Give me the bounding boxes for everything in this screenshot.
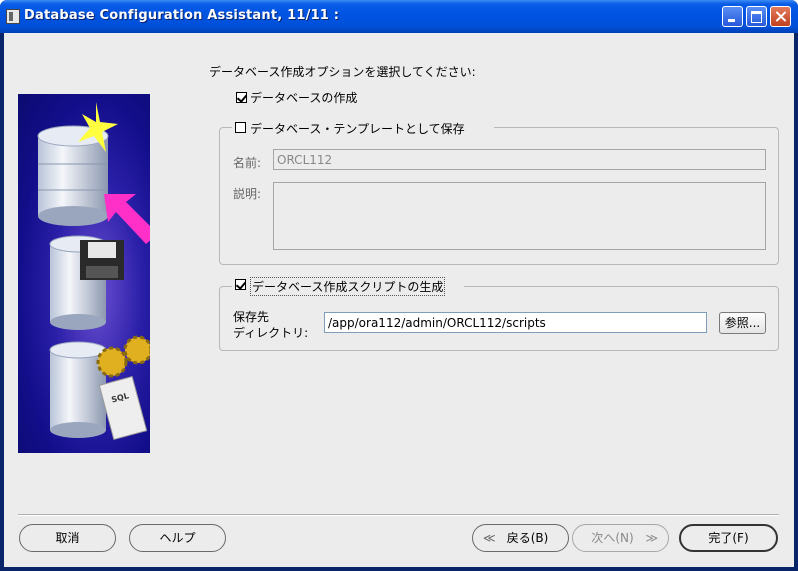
destination-directory-field[interactable] — [324, 312, 707, 333]
template-name-label: 名前: — [233, 156, 262, 170]
next-button-label: 次へ(N) — [591, 531, 634, 545]
template-description-label: 説明: — [233, 187, 262, 201]
create-database-label[interactable]: データベースの作成 — [250, 89, 357, 106]
back-arrow-icon: ≪ — [483, 531, 496, 545]
finish-button[interactable]: 完了(F) — [679, 524, 778, 552]
database-illustration-icon: SQL — [37, 102, 150, 441]
generate-scripts-legend: データベース作成スクリプトの生成 — [232, 277, 464, 296]
generate-scripts-label[interactable]: データベース作成スクリプトの生成 — [250, 277, 446, 296]
options-heading: データベース作成オプションを選択してください: — [209, 65, 476, 79]
next-arrow-icon: ≫ — [645, 531, 658, 545]
destination-label-line1: 保存先 — [233, 310, 270, 324]
generate-scripts-checkbox[interactable] — [235, 279, 246, 290]
browse-button[interactable]: 参照... — [719, 312, 766, 334]
save-template-checkbox[interactable] — [235, 122, 246, 133]
dialog-content: SQL データベース作成オプションを選択してください: データベースの作成 デー… — [4, 33, 794, 567]
next-button[interactable]: 次へ(N) ≫ — [572, 524, 669, 552]
close-button[interactable] — [770, 6, 791, 27]
back-button[interactable]: ≪ 戻る(B) — [472, 524, 569, 552]
back-button-label: 戻る(B) — [506, 531, 549, 545]
template-description-field[interactable] — [273, 182, 766, 250]
template-name-field[interactable] — [273, 149, 766, 170]
app-icon — [6, 9, 20, 24]
save-template-label[interactable]: データベース・テンプレートとして保存 — [250, 120, 465, 137]
destination-label-line2: ディレクトリ: — [233, 326, 309, 340]
create-database-checkbox[interactable] — [236, 92, 247, 103]
title-bar[interactable]: Database Configuration Assistant, 11/11 … — [0, 0, 798, 33]
dialog-window: Database Configuration Assistant, 11/11 … — [0, 0, 798, 571]
cancel-button[interactable]: 取消 — [19, 524, 116, 552]
help-button[interactable]: ヘルプ — [129, 524, 226, 552]
maximize-button[interactable] — [746, 6, 767, 27]
window-title: Database Configuration Assistant, 11/11 … — [24, 8, 340, 23]
minimize-button[interactable] — [722, 6, 743, 27]
wizard-illustration: SQL — [18, 94, 150, 453]
footer-separator — [18, 514, 779, 516]
save-template-legend: データベース・テンプレートとして保存 — [232, 120, 494, 136]
